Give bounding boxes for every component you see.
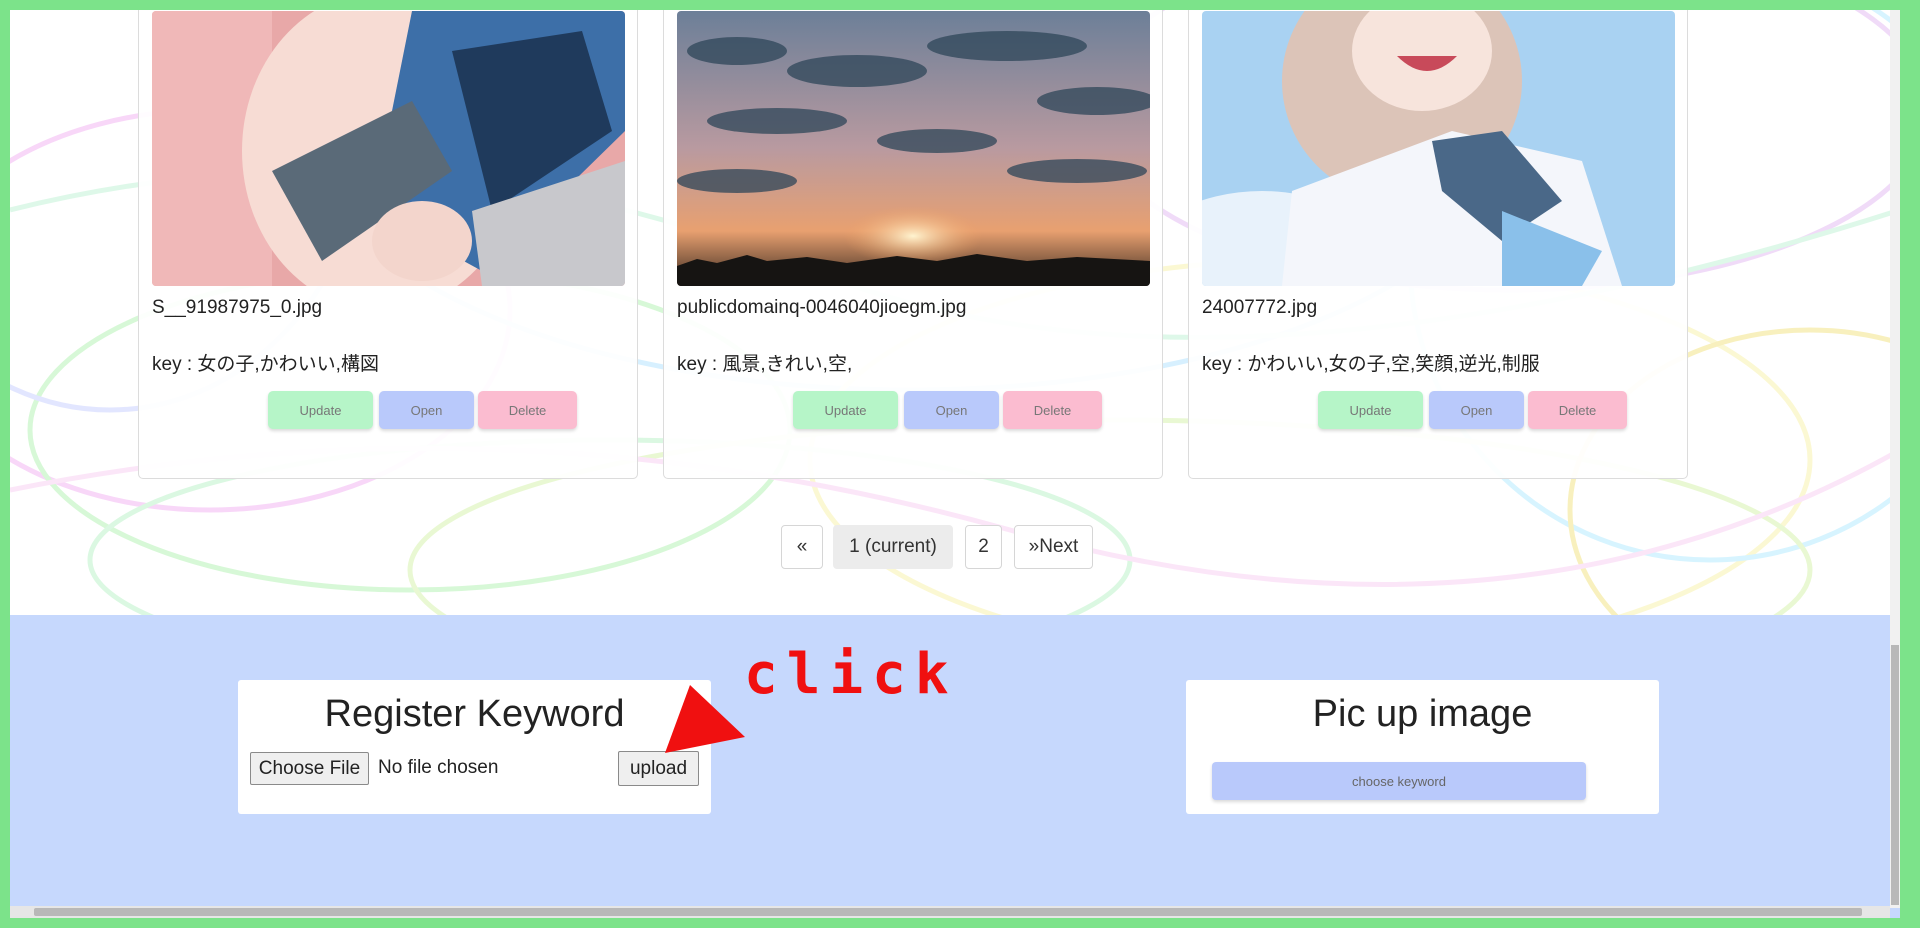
delete-button[interactable]: Delete <box>1003 391 1102 429</box>
update-button[interactable]: Update <box>1318 391 1423 429</box>
update-button[interactable]: Update <box>268 391 373 429</box>
image-card: publicdomainq-0046040jioegm.jpg key : 風景… <box>663 10 1163 479</box>
card-keywords: key : 女の子,かわいい,構図 <box>152 354 379 375</box>
card-keywords: key : かわいい,女の子,空,笑顔,逆光,制服 <box>1202 354 1540 375</box>
annotation-arrow-icon <box>665 685 745 753</box>
vertical-scrollbar-thumb[interactable] <box>1891 645 1899 905</box>
delete-button[interactable]: Delete <box>1528 391 1627 429</box>
register-keyword-title: Register Keyword <box>324 693 625 735</box>
image-card: S__91987975_0.jpg key : 女の子,かわいい,構図 Upda… <box>138 10 638 479</box>
pickup-image-title: Pic up image <box>1312 693 1533 735</box>
update-button[interactable]: Update <box>793 391 898 429</box>
file-status: No file chosen <box>378 757 499 778</box>
delete-button[interactable]: Delete <box>478 391 577 429</box>
page: S__91987975_0.jpg key : 女の子,かわいい,構図 Upda… <box>10 10 1900 918</box>
choose-file-button[interactable]: Choose File <box>250 752 369 785</box>
open-button[interactable]: Open <box>379 391 474 429</box>
image-card: 24007772.jpg key : かわいい,女の子,空,笑顔,逆光,制服 U… <box>1188 10 1688 479</box>
click-annotation: click <box>744 642 958 707</box>
horizontal-scrollbar-thumb[interactable] <box>34 908 1862 916</box>
card-image[interactable] <box>152 11 625 286</box>
card-image[interactable] <box>1202 11 1675 286</box>
pickup-image-panel: Pic up image choose keyword <box>1186 680 1659 814</box>
horizontal-scrollbar[interactable] <box>10 906 1890 918</box>
register-keyword-panel: Register Keyword Choose File No file cho… <box>238 680 711 814</box>
open-button[interactable]: Open <box>1429 391 1524 429</box>
pagination-page-2[interactable]: 2 <box>965 525 1002 569</box>
pagination-prev[interactable]: « <box>781 525 823 569</box>
card-filename: publicdomainq-0046040jioegm.jpg <box>677 297 967 318</box>
pagination-next[interactable]: »Next <box>1014 525 1093 569</box>
pagination-current: 1 (current) <box>833 525 953 569</box>
card-keywords: key : 風景,きれい,空, <box>677 354 853 375</box>
vertical-scrollbar[interactable] <box>1890 10 1900 908</box>
choose-keyword-button[interactable]: choose keyword <box>1212 762 1586 800</box>
card-image[interactable] <box>677 11 1150 286</box>
card-filename: S__91987975_0.jpg <box>152 297 323 318</box>
upload-button[interactable]: upload <box>618 751 699 786</box>
card-filename: 24007772.jpg <box>1202 297 1318 318</box>
open-button[interactable]: Open <box>904 391 999 429</box>
